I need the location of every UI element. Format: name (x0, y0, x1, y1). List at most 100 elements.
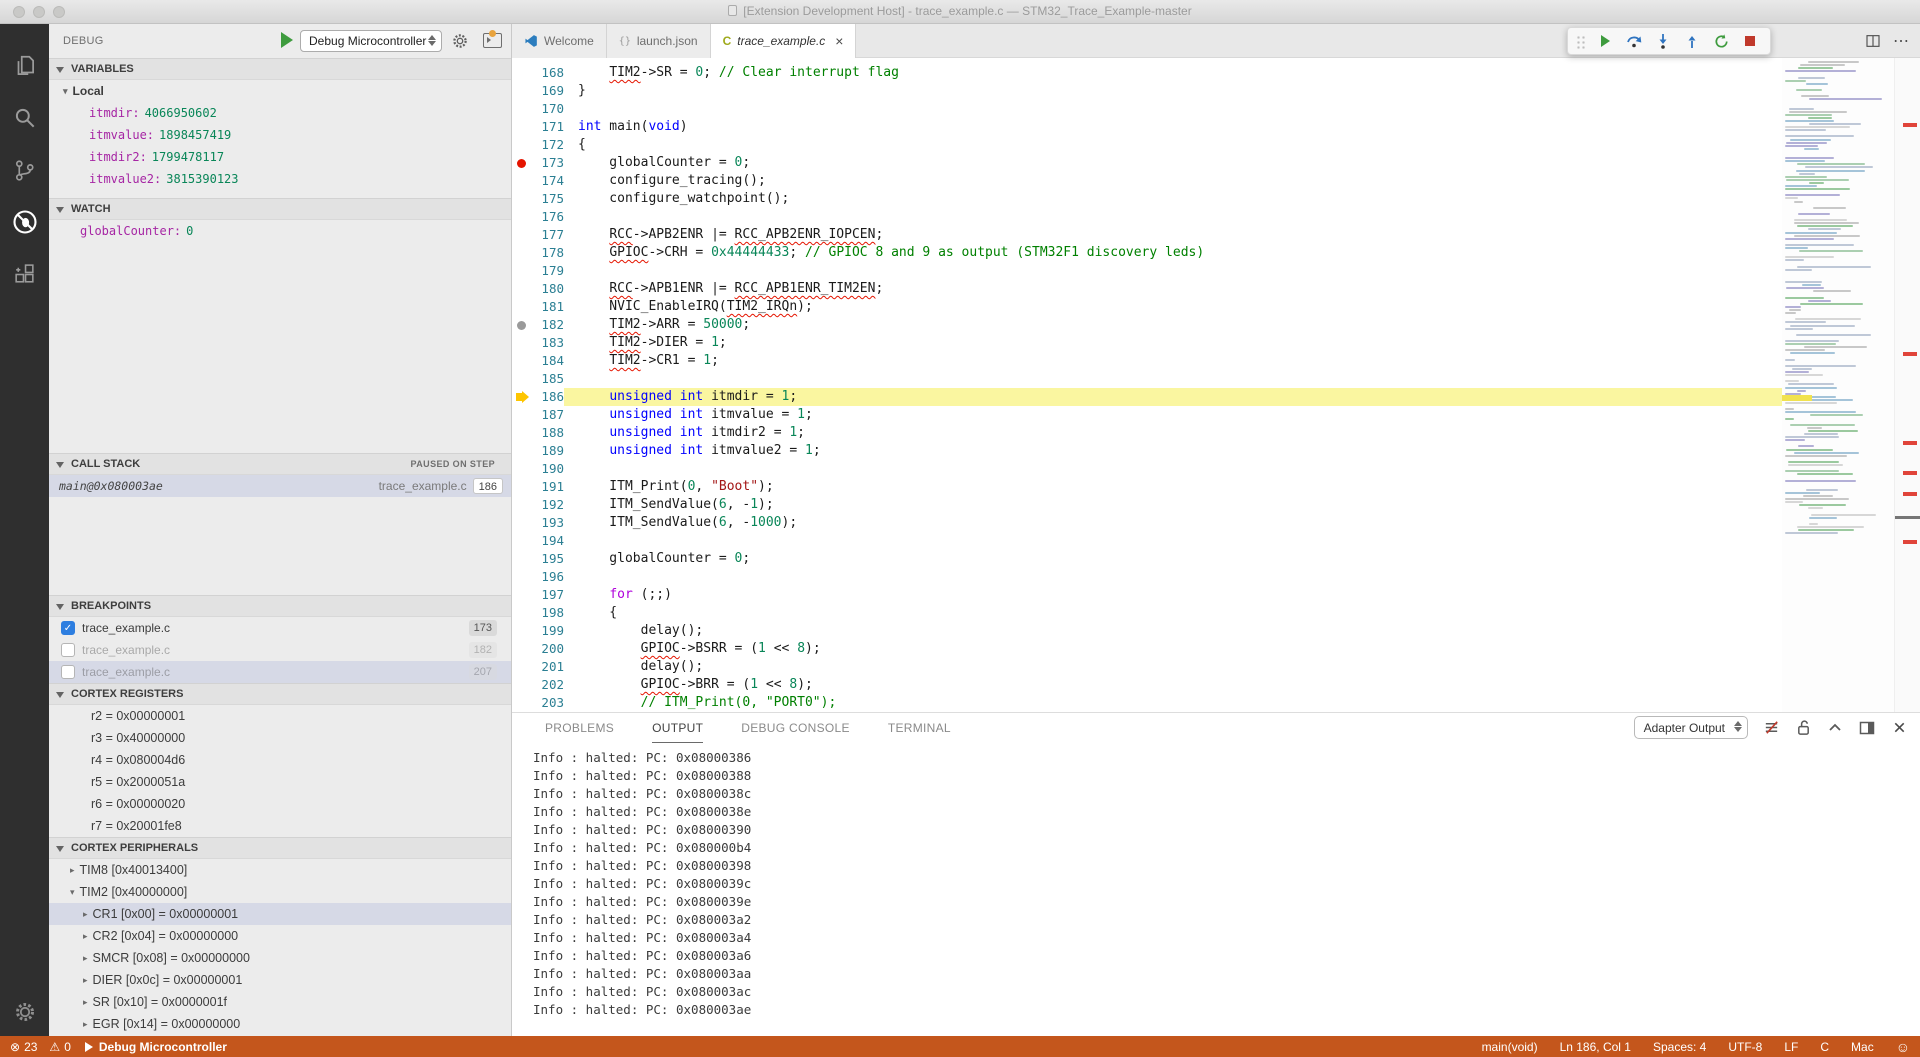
line-content[interactable]: ITM_SendValue(6, -1000); (564, 514, 1782, 532)
line-content[interactable]: ITM_SendValue(6, -1); (564, 496, 1782, 514)
gutter-cell[interactable] (512, 100, 534, 118)
tab-welcome[interactable]: Welcome (512, 24, 607, 58)
code-line[interactable]: 194 (512, 532, 1782, 550)
gutter-cell[interactable] (512, 172, 534, 190)
line-content[interactable] (564, 262, 1782, 280)
gutter-cell[interactable] (512, 532, 534, 550)
gutter-cell[interactable] (512, 64, 534, 82)
sidebar-item-search[interactable] (0, 96, 49, 140)
code-line[interactable]: 198 { (512, 604, 1782, 622)
line-content[interactable]: globalCounter = 0; (564, 550, 1782, 568)
peripheral-row[interactable]: ▸SR [0x10] = 0x0000001f (49, 991, 511, 1013)
line-content[interactable] (564, 100, 1782, 118)
variables-scope-row[interactable]: ▾ Local (49, 80, 511, 102)
problems-indicator[interactable]: ⊗ 23 ⚠ 0 (10, 1040, 71, 1054)
clear-output-button[interactable] (1762, 719, 1780, 737)
breakpoint-row[interactable]: trace_example.c207 (49, 661, 511, 683)
variable-row[interactable]: itmvalue:1898457419 (49, 124, 511, 146)
close-icon[interactable]: × (835, 33, 843, 49)
overview-ruler[interactable] (1894, 58, 1920, 712)
output-channel-select[interactable]: Adapter Output (1634, 716, 1748, 739)
line-content[interactable]: GPIOC->BRR = (1 << 8); (564, 676, 1782, 694)
code-line[interactable]: 186 unsigned int itmdir = 1; (512, 388, 1782, 406)
gutter-cell[interactable] (512, 568, 534, 586)
gutter-cell[interactable] (512, 118, 534, 136)
code-line[interactable]: 188 unsigned int itmdir2 = 1; (512, 424, 1782, 442)
status-item[interactable]: main(void) (1482, 1040, 1538, 1054)
gutter-cell[interactable] (512, 550, 534, 568)
line-content[interactable]: RCC->APB1ENR |= RCC_APB1ENR_TIM2EN; (564, 280, 1782, 298)
line-content[interactable]: delay(); (564, 658, 1782, 676)
line-content[interactable]: NVIC_EnableIRQ(TIM2_IRQn); (564, 298, 1782, 316)
tab-launch-json[interactable]: {} launch.json (607, 24, 711, 58)
watch-row[interactable]: globalCounter:0 (49, 220, 511, 242)
status-item[interactable]: Ln 186, Col 1 (1560, 1040, 1631, 1054)
code-line[interactable]: 189 unsigned int itmvalue2 = 1; (512, 442, 1782, 460)
section-header-call-stack[interactable]: CALL STACK PAUSED ON STEP (49, 453, 511, 475)
code-line[interactable]: 176 (512, 208, 1782, 226)
code-line[interactable]: 200 GPIOC->BSRR = (1 << 8); (512, 640, 1782, 658)
close-panel-button[interactable] (1890, 719, 1908, 737)
step-into-button[interactable] (1650, 29, 1676, 53)
variable-row[interactable]: itmdir:4066950602 (49, 102, 511, 124)
disabled-breakpoint-dot[interactable] (517, 321, 526, 330)
stop-button[interactable] (1737, 29, 1763, 53)
gutter-cell[interactable] (512, 352, 534, 370)
line-content[interactable]: GPIOC->CRH = 0x44444433; // GPIOC 8 and … (564, 244, 1782, 262)
gutter-cell[interactable] (512, 622, 534, 640)
peripheral-row[interactable]: ▸EGR [0x14] = 0x00000000 (49, 1013, 511, 1035)
breakpoint-checkbox[interactable] (61, 665, 75, 679)
gutter-cell[interactable] (512, 334, 534, 352)
code-line[interactable]: 192 ITM_SendValue(6, -1); (512, 496, 1782, 514)
sidebar-item-extensions[interactable] (0, 252, 49, 296)
peripheral-row[interactable]: ▸DIER [0x0c] = 0x00000001 (49, 969, 511, 991)
gutter-cell[interactable] (512, 658, 534, 676)
register-row[interactable]: r2 = 0x00000001 (49, 705, 511, 727)
status-item[interactable]: LF (1784, 1040, 1798, 1054)
code-line[interactable]: 183 TIM2->DIER = 1; (512, 334, 1782, 352)
output-console[interactable]: Info : halted: PC: 0x08000386Info : halt… (512, 743, 1920, 1036)
line-content[interactable] (564, 532, 1782, 550)
line-content[interactable]: configure_tracing(); (564, 172, 1782, 190)
smiley-icon[interactable]: ☺ (1896, 1039, 1910, 1055)
gutter-cell[interactable] (512, 136, 534, 154)
code-line[interactable]: 195 globalCounter = 0; (512, 550, 1782, 568)
line-content[interactable]: for (;;) (564, 586, 1782, 604)
gutter-cell[interactable] (512, 226, 534, 244)
panel-layout-button[interactable] (1858, 719, 1876, 737)
lock-scroll-button[interactable] (1794, 719, 1812, 737)
peripheral-row[interactable]: ▾TIM2 [0x40000000] (49, 881, 511, 903)
line-content[interactable]: { (564, 136, 1782, 154)
code-line[interactable]: 193 ITM_SendValue(6, -1000); (512, 514, 1782, 532)
code-line[interactable]: 184 TIM2->CR1 = 1; (512, 352, 1782, 370)
breakpoint-dot[interactable] (517, 159, 526, 168)
gutter-cell[interactable] (512, 478, 534, 496)
peripheral-row[interactable]: ▸SMCR [0x08] = 0x00000000 (49, 947, 511, 969)
restart-button[interactable] (1708, 29, 1734, 53)
gutter-cell[interactable] (512, 604, 534, 622)
code-line[interactable]: 171int main(void) (512, 118, 1782, 136)
section-header-variables[interactable]: VARIABLES (49, 58, 511, 80)
code-line[interactable]: 203 // ITM_Print(0, "PORT0"); (512, 694, 1782, 712)
line-content[interactable]: GPIOC->BSRR = (1 << 8); (564, 640, 1782, 658)
gutter-cell[interactable] (512, 460, 534, 478)
line-content[interactable]: unsigned int itmdir = 1; (564, 388, 1782, 406)
debug-console-icon[interactable] (483, 33, 502, 48)
gutter-cell[interactable] (512, 244, 534, 262)
line-content[interactable]: RCC->APB2ENR |= RCC_APB2ENR_IOPCEN; (564, 226, 1782, 244)
line-content[interactable]: ITM_Print(0, "Boot"); (564, 478, 1782, 496)
line-content[interactable]: configure_watchpoint(); (564, 190, 1782, 208)
code-editor[interactable]: 168 TIM2->SR = 0; // Clear interrupt fla… (512, 58, 1782, 712)
panel-tab-problems[interactable]: PROBLEMS (545, 713, 614, 743)
gutter-cell[interactable] (512, 424, 534, 442)
code-line[interactable]: 181 NVIC_EnableIRQ(TIM2_IRQn); (512, 298, 1782, 316)
register-row[interactable]: r4 = 0x080004d6 (49, 749, 511, 771)
breakpoint-checkbox[interactable] (61, 643, 75, 657)
line-content[interactable]: int main(void) (564, 118, 1782, 136)
drag-handle-icon[interactable] (1575, 34, 1586, 49)
variable-row[interactable]: itmdir2:1799478117 (49, 146, 511, 168)
line-content[interactable]: unsigned int itmvalue2 = 1; (564, 442, 1782, 460)
gutter-cell[interactable] (512, 190, 534, 208)
code-line[interactable]: 170 (512, 100, 1782, 118)
gutter-cell[interactable] (512, 676, 534, 694)
